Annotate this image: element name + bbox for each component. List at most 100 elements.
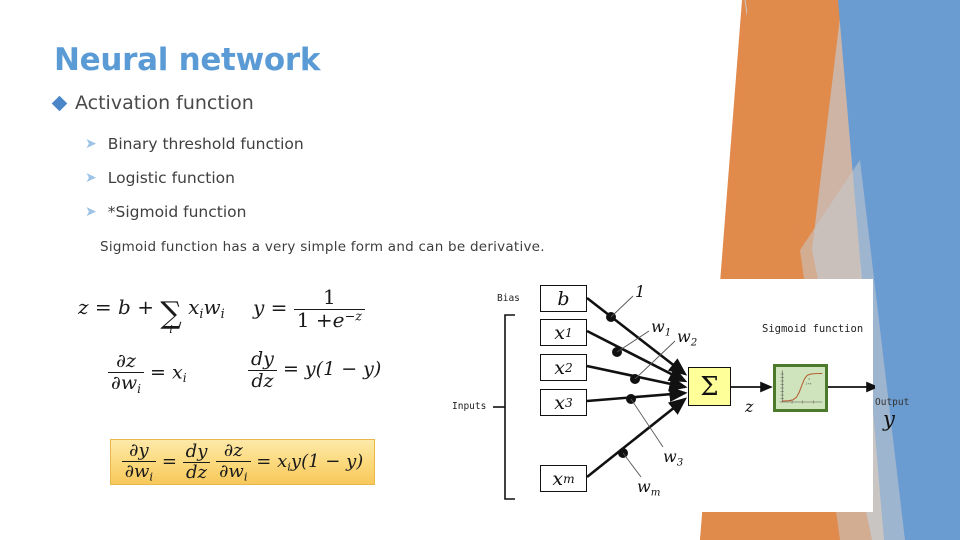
sigmoid-curve-chart: 1 1+e	[779, 370, 823, 404]
sigmoid-plot-thumbnail: 1 1+e	[773, 364, 828, 412]
formula-z-plus: +	[137, 295, 154, 319]
formula-z-w: w	[203, 295, 221, 319]
formula-dz-den: ∂wi	[108, 371, 144, 396]
input-node-xm-sub: m	[563, 471, 575, 486]
formula-dy-fraction: dy dz	[248, 349, 277, 391]
input-node-x1-label: x	[554, 321, 565, 344]
weight-w2-sub: 2	[690, 336, 698, 349]
bias-node-label: b	[557, 287, 570, 310]
formula-dz-rhs-sub: i	[182, 371, 187, 386]
weight-bias-text: 1	[635, 282, 646, 301]
leader-wm	[622, 452, 642, 478]
input-node-x3-sub: 3	[564, 395, 573, 410]
formula-dz-den-sub: i	[137, 381, 141, 396]
bullet-activation-function: Activation function	[51, 92, 254, 114]
weight-label-wm: wm	[637, 477, 660, 498]
chain-term-2: dy dz	[183, 442, 211, 482]
bullet-level2-label: *Sigmoid function	[107, 203, 247, 221]
chain-t3-num: ∂z	[223, 440, 243, 462]
formula-y-numerator: 1	[323, 285, 336, 309]
bullet-sigmoid-function: ➤ *Sigmoid function	[85, 203, 246, 221]
formula-dz-den-w: ∂w	[111, 371, 138, 394]
formula-z-x: x	[188, 295, 200, 319]
input-node-x1: x1	[540, 319, 587, 346]
sigmoid-annotation-bottom: 1+e	[805, 382, 811, 386]
formula-z-w-sub: i	[220, 307, 225, 323]
page-title: Neural network	[54, 42, 321, 78]
chain-term-3: ∂z ∂wi	[216, 440, 251, 484]
input-node-xm: xm	[540, 465, 587, 492]
formula-chain-rule: ∂y ∂wi = dy dz ∂z ∂wi = xiy(1 − y)	[121, 440, 363, 484]
chain-t1-den-w: ∂w	[124, 460, 150, 482]
formula-dy-rhs: y(1 − y)	[304, 358, 382, 381]
formula-dz-dwi: ∂z ∂wi = xi	[108, 351, 187, 396]
sigmoid-function-title: Sigmoid function	[762, 323, 864, 335]
chain-t3-den: ∂wi	[216, 460, 251, 484]
chain-t2-num: dy	[185, 441, 208, 463]
formula-y: y = 1 1 +e−z	[253, 285, 365, 332]
bullet-logistic-function: ➤ Logistic function	[85, 169, 235, 187]
chain-t1-num: ∂y	[129, 440, 149, 462]
weight-wm-text: w	[637, 477, 651, 496]
chain-t3-den-sub: i	[243, 469, 248, 484]
chain-term-1: ∂y ∂wi	[121, 440, 157, 484]
formula-dy-eq: =	[282, 358, 299, 381]
formula-y-denominator: 1 +e−z	[293, 307, 365, 332]
formula-z: z = b + ∑ i xiwi	[78, 295, 225, 335]
summation-symbol: Σ	[700, 371, 719, 402]
weight-wm-sub: m	[650, 486, 661, 499]
formula-dz-eq: =	[150, 361, 166, 384]
input-node-x3: x3	[540, 389, 587, 416]
edge-x1	[586, 329, 688, 383]
weight-w2-text: w	[677, 327, 691, 346]
formula-dy-den: dz	[248, 369, 277, 392]
formula-dy-dz: dy dz = y(1 − y)	[248, 349, 381, 391]
formula-z-bias: b	[118, 295, 131, 319]
formula-dz-fraction: ∂z ∂wi	[108, 351, 144, 396]
body-text: Sigmoid function has a very simple form …	[100, 239, 545, 255]
bullet-level1-label: Activation function	[75, 92, 254, 114]
chain-t1-den-sub: i	[149, 469, 154, 484]
diamond-bullet-icon	[51, 95, 68, 111]
chain-eq-1: =	[161, 451, 177, 472]
summation-node: Σ	[688, 367, 731, 406]
chain-rhs-x: x	[277, 451, 288, 472]
chain-t2-den: dz	[183, 461, 211, 482]
weight-w3-text: w	[663, 447, 677, 466]
weight-w3-sub: 3	[676, 456, 684, 469]
formula-z-eq: =	[94, 295, 112, 319]
input-node-xm-label: x	[552, 467, 564, 490]
input-node-x2-label: x	[554, 356, 565, 379]
arrow-bullet-icon: ➤	[85, 170, 97, 186]
formula-dz-num: ∂z	[116, 350, 136, 372]
bullet-level2-label: Logistic function	[107, 169, 235, 187]
chain-t3-den-w: ∂w	[219, 460, 244, 482]
bullet-level2-label: Binary threshold function	[107, 135, 304, 153]
bias-label: Bias	[497, 293, 520, 304]
formula-y-den-one: 1 +	[296, 307, 333, 332]
weight-w1-text: w	[651, 317, 665, 336]
chain-t1-den: ∂wi	[121, 460, 157, 484]
formula-y-den-exp: −z	[344, 308, 362, 324]
chain-eq-2: =	[256, 451, 272, 472]
weight-w1-sub: 1	[664, 326, 672, 339]
edge-x3	[586, 386, 688, 403]
inputs-brace	[504, 314, 515, 500]
formula-z-summation: ∑ i	[160, 299, 181, 335]
formula-dy-num: dy	[251, 348, 274, 370]
weight-label-w2: w2	[677, 327, 697, 348]
leader-bias	[610, 295, 634, 318]
weight-label-w1: w1	[651, 317, 671, 338]
input-node-x1-sub: 1	[564, 325, 573, 340]
formula-y-fraction: 1 1 +e−z	[293, 285, 365, 332]
weight-label-bias: 1	[635, 282, 645, 301]
input-node-x3-label: x	[554, 391, 565, 414]
formula-y-eq: =	[270, 295, 288, 320]
output-symbol: y	[883, 407, 895, 431]
formula-y-lhs: y	[253, 295, 265, 320]
bullet-binary-threshold-function: ➤ Binary threshold function	[85, 135, 304, 153]
arrow-bullet-icon: ➤	[85, 136, 97, 152]
input-node-x2: x2	[540, 354, 587, 381]
slide-root: Neural network Activation function ➤ Bin…	[0, 0, 960, 540]
z-label: z	[745, 397, 754, 416]
